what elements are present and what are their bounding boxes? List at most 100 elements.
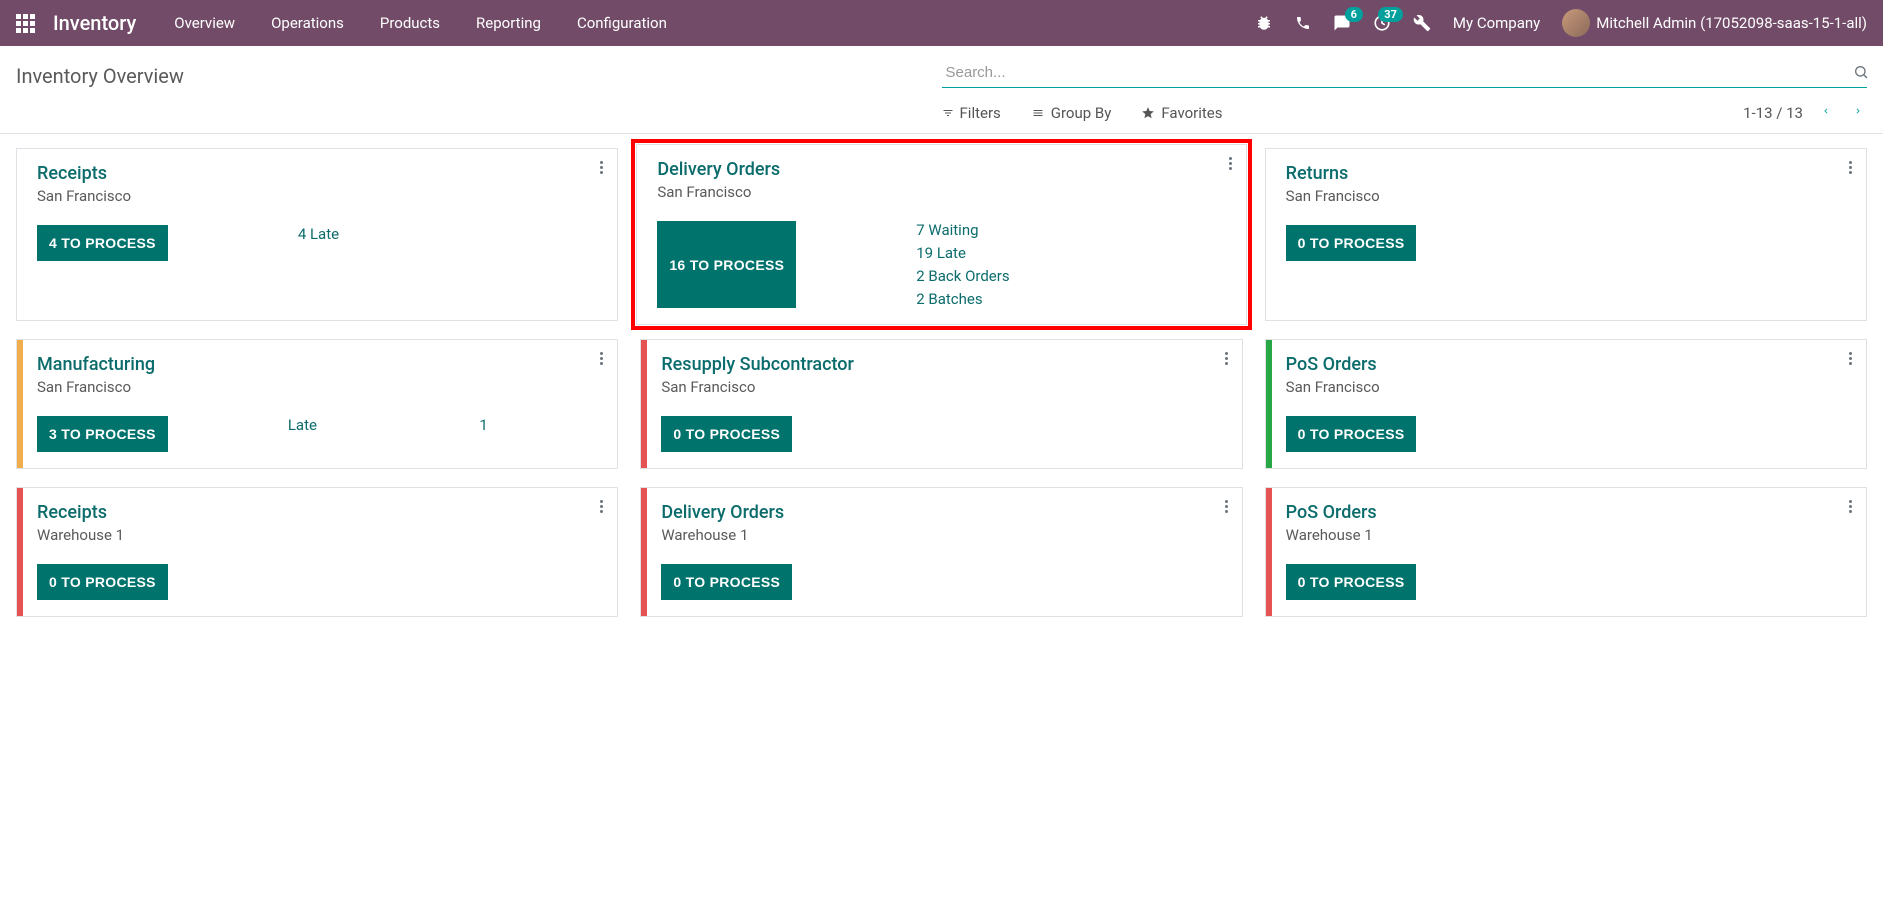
pager-value[interactable]: 1-13 / 13 xyxy=(1743,104,1803,122)
favorites-label: Favorites xyxy=(1161,104,1222,122)
filters-button[interactable]: Filters xyxy=(942,104,1001,122)
card-body: PoS OrdersSan Francisco0 TO PROCESS xyxy=(1272,340,1866,468)
card-title[interactable]: Manufacturing xyxy=(37,354,601,375)
favorites-button[interactable]: Favorites xyxy=(1141,104,1222,122)
card-content: 0 TO PROCESS xyxy=(37,564,601,600)
status-link[interactable]: Late xyxy=(288,416,317,452)
process-button[interactable]: 3 TO PROCESS xyxy=(37,416,168,452)
messages-badge: 6 xyxy=(1345,7,1363,22)
process-button[interactable]: 0 TO PROCESS xyxy=(37,564,168,600)
card-body: Delivery Orders San Francisco 16 TO PROCES… xyxy=(643,145,1245,324)
card-subtitle: San Francisco xyxy=(37,378,601,396)
card-subtitle: San Francisco xyxy=(1286,187,1850,205)
activities-icon[interactable]: 37 xyxy=(1373,14,1391,32)
card-menu-icon[interactable] xyxy=(1225,350,1228,367)
card-menu-icon[interactable] xyxy=(600,350,603,367)
card-subtitle: San Francisco xyxy=(657,183,1229,201)
nav-menu-overview[interactable]: Overview xyxy=(174,14,235,32)
status-link[interactable]: 2 Back Orders xyxy=(916,267,1009,285)
card-title[interactable]: PoS Orders xyxy=(1286,354,1850,375)
card-body: Resupply SubcontractorSan Francisco0 TO … xyxy=(647,340,1241,468)
filters-label: Filters xyxy=(960,104,1001,122)
kanban-card[interactable]: PoS OrdersWarehouse 10 TO PROCESS xyxy=(1265,487,1867,617)
card-title[interactable]: Returns xyxy=(1286,163,1850,184)
status-count: 1 xyxy=(479,416,487,452)
card-title[interactable]: Delivery Orders xyxy=(661,502,1225,523)
card-menu-icon[interactable] xyxy=(1849,498,1852,515)
messages-icon[interactable]: 6 xyxy=(1333,14,1351,32)
pager-prev[interactable] xyxy=(1817,102,1835,123)
card-body: Manufacturing San Francisco 3 TO PROCESS La… xyxy=(23,340,617,468)
kanban-card[interactable]: Resupply SubcontractorSan Francisco0 TO … xyxy=(640,339,1242,469)
nav-right: 6 37 My Company Mitchell Admin (17052098… xyxy=(1255,9,1867,37)
avatar xyxy=(1562,9,1590,37)
process-button[interactable]: 4 TO PROCESS xyxy=(37,225,168,261)
kanban-card[interactable]: Delivery OrdersWarehouse 10 TO PROCESS xyxy=(640,487,1242,617)
card-subtitle: San Francisco xyxy=(37,187,601,205)
card-title[interactable]: Resupply Subcontractor xyxy=(661,354,1225,375)
status-link[interactable]: 19 Late xyxy=(916,244,1009,262)
card-menu-icon[interactable] xyxy=(1225,498,1228,515)
user-name: Mitchell Admin (17052098-saas-15-1-all) xyxy=(1596,14,1867,32)
card-title[interactable]: PoS Orders xyxy=(1286,502,1850,523)
process-button[interactable]: 0 TO PROCESS xyxy=(661,564,792,600)
nav-menu-products[interactable]: Products xyxy=(380,14,440,32)
apps-icon[interactable] xyxy=(16,14,35,33)
card-title[interactable]: Receipts xyxy=(37,163,601,184)
user-menu[interactable]: Mitchell Admin (17052098-saas-15-1-all) xyxy=(1562,9,1867,37)
app-brand[interactable]: Inventory xyxy=(53,11,136,35)
process-button[interactable]: 0 TO PROCESS xyxy=(1286,416,1417,452)
card-body: Returns San Francisco 0 TO PROCESS xyxy=(1272,149,1866,320)
pager-next[interactable] xyxy=(1849,102,1867,123)
nav-menu-operations[interactable]: Operations xyxy=(271,14,344,32)
card-content: 0 TO PROCESS xyxy=(661,416,1225,452)
card-menu-icon[interactable] xyxy=(600,159,603,176)
company-switcher[interactable]: My Company xyxy=(1453,14,1540,32)
card-body: Receipts San Francisco 4 TO PROCESS 4 Late xyxy=(23,149,617,320)
kanban-card[interactable]: Manufacturing San Francisco 3 TO PROCESS La… xyxy=(16,339,618,469)
card-content: 3 TO PROCESS Late 1 xyxy=(37,416,601,452)
status-link[interactable]: 4 Late xyxy=(298,225,339,243)
card-content: 16 TO PROCESS 7 Waiting 19 Late 2 Back Orde… xyxy=(657,221,1229,308)
groupby-label: Group By xyxy=(1051,104,1112,122)
card-content: 4 TO PROCESS 4 Late xyxy=(37,225,601,261)
search-options: Filters Group By Favorites xyxy=(942,104,1223,122)
card-title[interactable]: Receipts xyxy=(37,502,601,523)
tools-icon[interactable] xyxy=(1413,14,1431,32)
search-wrap xyxy=(942,58,1868,88)
process-button[interactable]: 16 TO PROCESS xyxy=(657,221,796,308)
card-body: PoS OrdersWarehouse 10 TO PROCESS xyxy=(1272,488,1866,616)
nav-menu: Overview Operations Products Reporting C… xyxy=(174,14,667,32)
page-title: Inventory Overview xyxy=(16,58,942,88)
card-content: 0 TO PROCESS xyxy=(1286,225,1850,261)
process-button[interactable]: 0 TO PROCESS xyxy=(661,416,792,452)
card-menu-icon[interactable] xyxy=(1849,350,1852,367)
card-content: 0 TO PROCESS xyxy=(1286,564,1850,600)
kanban-card[interactable]: Receipts Warehouse 1 0 TO PROCESS xyxy=(16,487,618,617)
kanban-card[interactable]: Returns San Francisco 0 TO PROCESS xyxy=(1265,148,1867,321)
bug-icon[interactable] xyxy=(1255,14,1273,32)
search-input[interactable] xyxy=(942,58,1868,88)
kanban-card[interactable]: PoS OrdersSan Francisco0 TO PROCESS xyxy=(1265,339,1867,469)
navbar: Inventory Overview Operations Products R… xyxy=(0,0,1883,46)
card-menu-icon[interactable] xyxy=(1849,159,1852,176)
phone-icon[interactable] xyxy=(1295,15,1311,31)
status-link[interactable]: 7 Waiting xyxy=(916,221,1009,239)
process-button[interactable]: 0 TO PROCESS xyxy=(1286,564,1417,600)
pager: 1-13 / 13 xyxy=(1743,102,1867,123)
card-menu-icon[interactable] xyxy=(600,498,603,515)
card-title[interactable]: Delivery Orders xyxy=(657,159,1229,180)
kanban-card[interactable]: Delivery Orders San Francisco 16 TO PROCES… xyxy=(636,144,1246,325)
groupby-button[interactable]: Group By xyxy=(1031,104,1112,122)
kanban-view: Receipts San Francisco 4 TO PROCESS 4 Late D… xyxy=(0,134,1883,631)
card-menu-icon[interactable] xyxy=(1229,155,1232,172)
process-button[interactable]: 0 TO PROCESS xyxy=(1286,225,1417,261)
nav-menu-reporting[interactable]: Reporting xyxy=(476,14,541,32)
card-subtitle: Warehouse 1 xyxy=(37,526,601,544)
card-body: Receipts Warehouse 1 0 TO PROCESS xyxy=(23,488,617,616)
search-icon[interactable] xyxy=(1853,64,1869,84)
control-panel: Inventory Overview Filters Group By Favo… xyxy=(0,46,1883,134)
nav-menu-configuration[interactable]: Configuration xyxy=(577,14,667,32)
status-link[interactable]: 2 Batches xyxy=(916,290,1009,308)
kanban-card[interactable]: Receipts San Francisco 4 TO PROCESS 4 Late xyxy=(16,148,618,321)
